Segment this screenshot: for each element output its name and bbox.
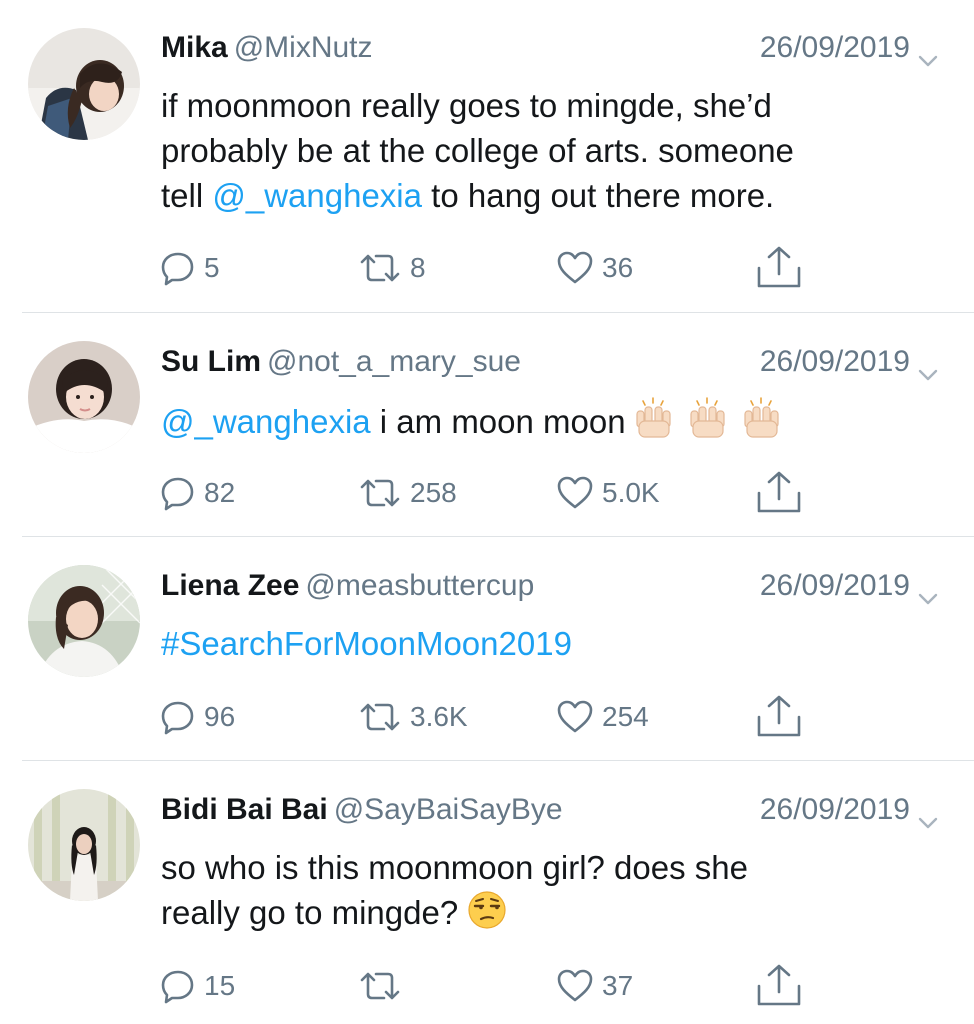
retweet-button[interactable]: 8: [358, 243, 426, 293]
unamused-face-emoji: [467, 890, 507, 941]
retweet-count: 8: [410, 252, 426, 283]
avatar[interactable]: [28, 28, 140, 140]
share-button[interactable]: [754, 468, 804, 518]
reply-button[interactable]: 96: [160, 692, 235, 742]
tweet-text-segment: really go to mingde?: [161, 894, 468, 931]
reply-icon: [161, 252, 194, 286]
retweet-count: 3.6K: [410, 701, 468, 732]
author-handle[interactable]: @not_a_mary_sue: [267, 345, 521, 378]
reply-count: 15: [204, 970, 236, 1001]
tweet-header: Bidi Bai Bai @SayBaiSayBye 26/09/2019: [161, 790, 938, 830]
share-button[interactable]: [754, 692, 804, 742]
retweet-icon: [360, 703, 400, 731]
hashtag-link[interactable]: #SearchForMoonMoon2019: [161, 625, 572, 662]
tweet-date[interactable]: 26/09/2019: [760, 790, 910, 830]
like-button[interactable]: 5.0K: [556, 468, 660, 518]
author-handle[interactable]: @measbuttercup: [305, 569, 534, 602]
reply-count: 96: [204, 701, 236, 732]
tweet-text: so who is this moonmoon girl? does she r…: [161, 845, 944, 941]
author-handle[interactable]: @SayBaiSayBye: [334, 793, 563, 826]
tweet-item[interactable]: Su Lim @not_a_mary_sue 26/09/2019 @_wangh…: [0, 313, 974, 537]
tweet-text: #SearchForMoonMoon2019: [161, 621, 944, 666]
tweet-feed: Mika @MixNutz 26/09/2019 if moonmoon real…: [0, 0, 974, 1024]
action-bar: 82 258 5.0K: [0, 468, 974, 518]
reply-count: 82: [204, 477, 236, 508]
like-button[interactable]: 36: [556, 243, 633, 293]
tweet-header: Su Lim @not_a_mary_sue 26/09/2019: [161, 342, 938, 382]
tweet-text: @_wanghexia i am moon moon: [161, 397, 944, 450]
retweet-button[interactable]: 258: [358, 468, 457, 518]
share-button[interactable]: [754, 243, 804, 293]
author-name[interactable]: Mika: [161, 31, 228, 64]
share-icon: [757, 964, 801, 1006]
reply-count: 5: [204, 252, 220, 283]
author-name[interactable]: Bidi Bai Bai: [161, 793, 328, 826]
tweet-text-line: so who is this moonmoon girl? does she: [161, 849, 748, 886]
tweet-text-line: tell @_wanghexia to hang out there more.: [161, 173, 944, 218]
chevron-down-icon[interactable]: [918, 578, 938, 605]
tweet-text-segment: to hang out there more.: [422, 177, 775, 214]
author-name[interactable]: Liena Zee: [161, 569, 299, 602]
retweet-button[interactable]: 3.6K: [358, 692, 468, 742]
mention-link[interactable]: @_wanghexia: [212, 177, 422, 214]
reply-icon: [161, 970, 194, 1004]
like-count: 37: [602, 970, 634, 1001]
heart-icon: [557, 969, 593, 1002]
retweet-icon: [360, 479, 400, 507]
retweet-icon: [360, 254, 400, 282]
tweet-item[interactable]: Liena Zee @measbuttercup 26/09/2019 #Sear…: [0, 537, 974, 761]
tweet-text-line: if moonmoon really goes to mingde, she’d: [161, 87, 772, 124]
tweet-text-segment: i am moon moon: [370, 403, 635, 440]
retweet-count: 258: [410, 477, 457, 508]
like-count: 5.0K: [602, 477, 660, 508]
tweet-text: if moonmoon really goes to mingde, she’d…: [161, 83, 944, 218]
action-bar: 96 3.6K 254: [0, 692, 974, 742]
tweet-date[interactable]: 26/09/2019: [760, 566, 910, 606]
heart-icon: [557, 700, 593, 733]
tweet-header: Mika @MixNutz 26/09/2019: [161, 28, 938, 68]
avatar[interactable]: [28, 565, 140, 677]
like-count: 254: [602, 701, 649, 732]
tweet-item[interactable]: Mika @MixNutz 26/09/2019 if moonmoon real…: [0, 0, 974, 313]
tweet-date[interactable]: 26/09/2019: [760, 342, 910, 382]
reply-button[interactable]: 5: [160, 243, 220, 293]
heart-icon: [557, 476, 593, 509]
reply-icon: [161, 477, 194, 511]
like-button[interactable]: 37: [556, 961, 633, 1011]
chevron-down-icon[interactable]: [918, 802, 938, 829]
reply-button[interactable]: 82: [160, 468, 235, 518]
tweet-header: Liena Zee @measbuttercup 26/09/2019: [161, 566, 938, 606]
tweet-date[interactable]: 26/09/2019: [760, 28, 910, 68]
share-icon: [757, 246, 801, 288]
tweet-item[interactable]: Bidi Bai Bai @SayBaiSayBye 26/09/2019 so …: [0, 761, 974, 1024]
action-bar: 5 8 36: [0, 243, 974, 293]
retweet-icon: [360, 972, 400, 1000]
retweet-button[interactable]: [358, 961, 410, 1011]
share-icon: [757, 471, 801, 513]
share-icon: [757, 695, 801, 737]
tweet-text-segment: tell: [161, 177, 213, 214]
avatar[interactable]: [28, 789, 140, 901]
like-count: 36: [602, 252, 634, 283]
reply-button[interactable]: 15: [160, 961, 235, 1011]
like-button[interactable]: 254: [556, 692, 649, 742]
tweet-text-line: really go to mingde?: [161, 890, 944, 941]
raising-hands-emoji: [635, 397, 795, 450]
mention-link[interactable]: @_wanghexia: [161, 403, 371, 440]
action-bar: 15 37: [0, 961, 974, 1011]
chevron-down-icon[interactable]: [918, 40, 938, 67]
avatar[interactable]: [28, 341, 140, 453]
author-name[interactable]: Su Lim: [161, 345, 261, 378]
tweet-text-line: probably be at the college of arts. some…: [161, 132, 794, 169]
heart-icon: [557, 251, 593, 284]
chevron-down-icon[interactable]: [918, 354, 938, 381]
reply-icon: [161, 701, 194, 735]
author-handle[interactable]: @MixNutz: [234, 31, 373, 64]
share-button[interactable]: [754, 961, 804, 1011]
